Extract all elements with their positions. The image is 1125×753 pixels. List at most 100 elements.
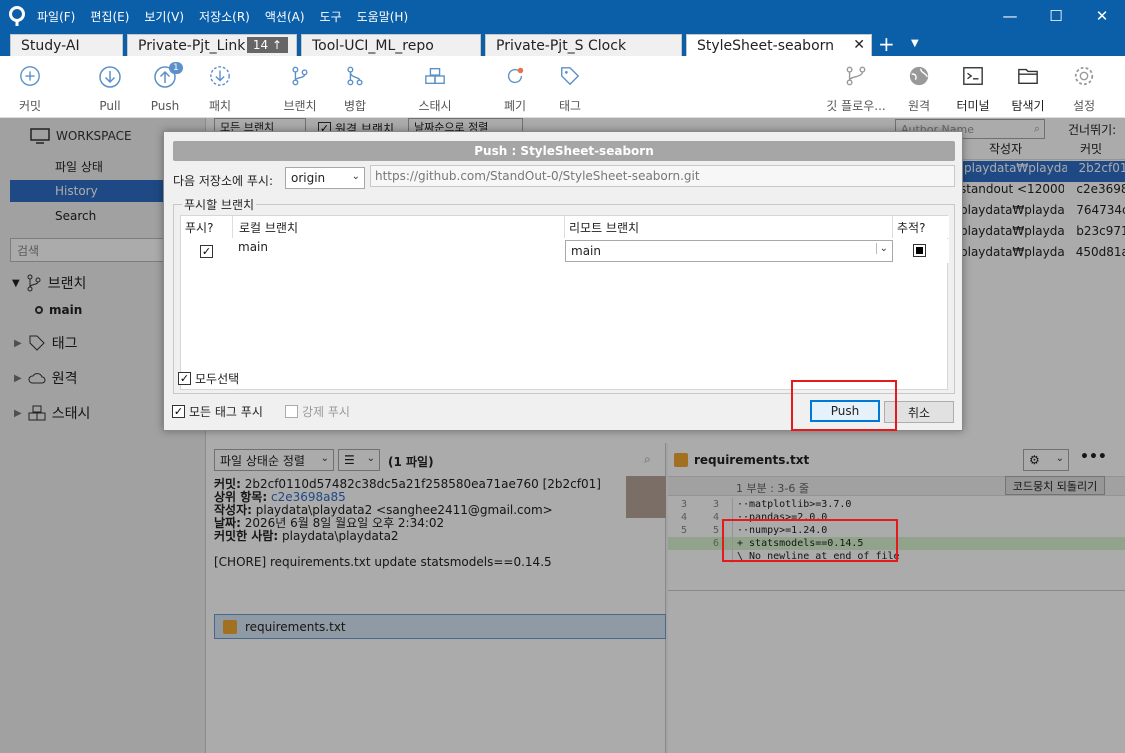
chevron-down-icon: ⌄ — [351, 171, 360, 182]
merge-icon — [347, 66, 363, 86]
settings-label: 설정 — [1072, 99, 1096, 113]
explorer-label: 탐색기 — [1011, 99, 1045, 113]
chevron-down-icon: ⌄ — [875, 243, 888, 254]
repo-tab-bar: Study-AI Private-Pjt_Link 14 ↑ Tool-UCI_M… — [0, 32, 1125, 56]
branch-grid: 푸시? 로컬 브랜치 리모트 브랜치 추적? ✓ main main ⌄ — [180, 215, 949, 390]
checkbox: ✓ — [178, 372, 191, 385]
track-checkbox[interactable] — [913, 244, 926, 257]
select-all-toggle[interactable]: ✓ 모두선택 — [178, 370, 239, 387]
merge-label: 병합 — [343, 99, 367, 113]
stash-button[interactable]: 스태시 — [405, 62, 465, 114]
branches-to-push-group: 푸시할 브랜치 푸시? 로컬 브랜치 리모트 브랜치 추적? ✓ main ma… — [173, 196, 955, 394]
merge-button[interactable]: 병합 — [325, 62, 385, 114]
remote-url-field: https://github.com/StandOut-0/StyleSheet… — [370, 165, 955, 187]
checkbox: ✓ — [172, 405, 185, 418]
menu-tools[interactable]: 도구 — [319, 6, 343, 27]
menu-help[interactable]: 도움말(H) — [356, 6, 410, 27]
menu-file[interactable]: 파일(F) — [36, 6, 76, 27]
push-label: Push — [150, 99, 180, 113]
settings-button[interactable]: 설정 — [1054, 62, 1114, 114]
select-all-label: 모두선택 — [195, 372, 240, 386]
stash-label: 스태시 — [418, 99, 452, 113]
force-push-toggle[interactable]: 강제 푸시 — [285, 403, 350, 420]
pull-button[interactable]: Pull — [80, 62, 140, 114]
push-button-toolbar[interactable]: 1 Push — [135, 62, 195, 114]
remote-url: https://github.com/StandOut-0/StyleSheet… — [375, 169, 700, 183]
tab-label: Private-Pjt_S Clock — [496, 37, 627, 54]
col-local-header: 로컬 브랜치 — [233, 216, 565, 238]
menu-bar: 파일(F) 편집(E) 보기(V) 저장소(R) 액션(A) 도구 도움말(H) — [36, 0, 409, 32]
toolbar: 커밋 Pull 1 Push 패치 브랜치 병합 스태시 폐기 태그 깃 플로우… — [0, 56, 1125, 118]
tab-list-chevron-icon[interactable]: ▼ — [911, 38, 919, 49]
tag-label: 태그 — [558, 99, 582, 113]
tab-study-ai[interactable]: Study-AI — [10, 34, 123, 56]
dialog-title: Push : StyleSheet-seaborn — [173, 141, 955, 161]
tag-button[interactable]: 태그 — [540, 62, 600, 114]
branch-row: ✓ main main ⌄ — [181, 239, 949, 263]
remote-select[interactable]: origin ⌄ — [285, 167, 365, 189]
commit-button[interactable]: 커밋 — [0, 62, 60, 114]
fetch-label: 패치 — [208, 99, 232, 113]
branch-icon — [292, 66, 308, 86]
push-all-tags-toggle[interactable]: ✓ 모든 태그 푸시 — [172, 403, 263, 420]
menu-repository[interactable]: 저장소(R) — [198, 6, 251, 27]
tab-label: Tool-UCI_ML_repo — [312, 37, 434, 54]
local-branch-name: main — [238, 240, 268, 254]
fetch-button[interactable]: 패치 — [190, 62, 250, 114]
menu-actions[interactable]: 액션(A) — [264, 6, 306, 27]
push-count-badge: 1 — [169, 62, 183, 74]
commit-plus-icon — [20, 66, 40, 86]
tab-label: Study-AI — [21, 37, 80, 54]
close-tab-icon[interactable]: ✕ — [853, 37, 865, 53]
col-push-header: 푸시? — [181, 216, 233, 238]
terminal-button[interactable]: 터미널 — [943, 62, 1003, 114]
sourcetree-logo-icon — [9, 6, 25, 26]
pull-arrow-down-icon — [99, 66, 121, 88]
branch-label: 브랜치 — [283, 99, 317, 113]
stash-boxes-icon — [425, 67, 445, 85]
close-window-button[interactable]: ✕ — [1079, 0, 1125, 32]
remote-label: 원격 — [907, 99, 931, 113]
new-tab-plus-icon[interactable]: + — [878, 34, 895, 54]
annotation-highlight-push — [791, 380, 897, 431]
terminal-icon — [963, 67, 983, 85]
indeterminate-square-icon — [916, 247, 923, 254]
push-all-tags-label: 모든 태그 푸시 — [189, 405, 263, 419]
push-branch-checkbox[interactable]: ✓ — [200, 245, 213, 258]
fetch-icon — [210, 66, 230, 86]
remote-value: origin — [291, 171, 326, 185]
tab-stylesheet-seaborn[interactable]: StyleSheet-seaborn ✕ — [686, 34, 872, 56]
col-track-header: 추적? — [893, 216, 949, 238]
git-flow-icon — [846, 66, 866, 86]
group-label: 푸시할 브랜치 — [182, 196, 257, 213]
globe-icon — [909, 66, 929, 86]
discard-button[interactable]: 폐기 — [485, 62, 545, 114]
remote-branch-value: main — [571, 244, 601, 258]
tab-tool-uci-ml-repo[interactable]: Tool-UCI_ML_repo — [301, 34, 481, 56]
discard-icon — [507, 67, 524, 84]
pull-label: Pull — [99, 99, 121, 113]
terminal-label: 터미널 — [956, 99, 990, 113]
commit-label: 커밋 — [18, 99, 42, 113]
tab-private-pjt-s-clock[interactable]: Private-Pjt_S Clock — [485, 34, 682, 56]
tab-label: StyleSheet-seaborn — [697, 37, 835, 54]
folder-icon — [1018, 68, 1038, 85]
tab-label: Private-Pjt_Link — [138, 37, 246, 54]
remote-button[interactable]: 원격 — [889, 62, 949, 114]
gear-icon — [1074, 66, 1094, 86]
git-flow-button[interactable]: 깃 플로우... — [826, 62, 886, 114]
maximize-button[interactable]: ☐ — [1033, 0, 1079, 32]
force-push-label: 강제 푸시 — [302, 405, 350, 419]
explorer-button[interactable]: 탐색기 — [998, 62, 1058, 114]
annotation-highlight-diff — [722, 519, 898, 562]
menu-view[interactable]: 보기(V) — [143, 6, 185, 27]
checkbox — [285, 405, 298, 418]
discard-label: 폐기 — [503, 99, 527, 113]
branch-button[interactable]: 브랜치 — [270, 62, 330, 114]
tab-private-pjt-link[interactable]: Private-Pjt_Link 14 ↑ — [127, 34, 297, 56]
menu-edit[interactable]: 편집(E) — [89, 6, 130, 27]
minimize-button[interactable]: — — [987, 0, 1033, 32]
push-to-label: 다음 저장소에 푸시: — [173, 174, 273, 188]
remote-branch-select[interactable]: main ⌄ — [565, 240, 893, 262]
git-flow-label: 깃 플로우... — [826, 99, 886, 113]
